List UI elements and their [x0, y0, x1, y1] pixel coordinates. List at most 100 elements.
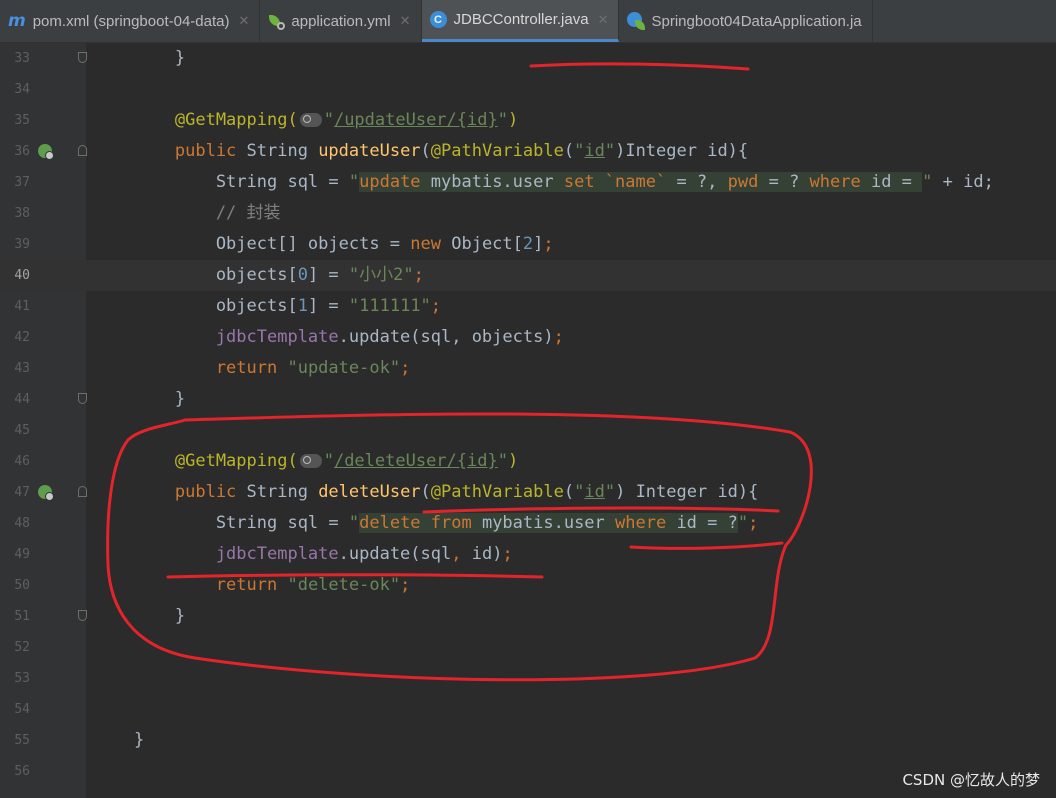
tab-pom[interactable]: m pom.xml (springboot-04-data) ✕	[0, 0, 261, 42]
code-token: ]	[533, 234, 544, 254]
code-line[interactable]: 33 }	[0, 43, 1056, 74]
line-number: 42	[14, 330, 30, 345]
code-line[interactable]: 53	[0, 663, 1056, 694]
code-token: "	[323, 110, 334, 130]
tab-springboot04dataapplication[interactable]: Springboot04DataApplication.ja	[619, 0, 873, 42]
code-token: ;	[502, 544, 513, 564]
code-token: where	[615, 513, 667, 533]
code-line[interactable]: 35 @GetMapping("/updateUser/{id}")	[0, 105, 1056, 136]
code-line[interactable]: 43 return "update-ok";	[0, 353, 1056, 384]
code-token: deleteUser	[318, 482, 421, 502]
code-line[interactable]: 45	[0, 415, 1056, 446]
fold-marker-icon[interactable]	[78, 486, 87, 497]
fold-marker-icon[interactable]	[78, 52, 87, 63]
close-icon[interactable]: ✕	[598, 12, 609, 28]
code-token: `name`	[604, 172, 667, 192]
code-token: mybatis.user	[471, 513, 616, 533]
tab-jdbccontroller[interactable]: C JDBCController.java ✕	[421, 0, 620, 42]
code-token: id	[584, 141, 605, 161]
code-token: ] =	[307, 265, 349, 285]
spring-yml-icon	[268, 13, 286, 30]
code-line[interactable]: 34	[0, 74, 1056, 105]
code-line[interactable]: 40 objects[0] = "小小2";	[0, 260, 1056, 291]
line-number: 52	[14, 640, 30, 655]
code-token: )	[507, 110, 519, 130]
url-mapping-icon[interactable]	[299, 113, 322, 127]
code-token: (	[420, 482, 431, 502]
code-token: + id;	[932, 172, 994, 192]
line-number: 56	[14, 764, 30, 779]
tab-application[interactable]: application.yml ✕	[260, 0, 422, 42]
code-token: set	[563, 172, 605, 192]
code-line[interactable]: 54	[0, 694, 1056, 725]
code-token: update	[359, 172, 421, 192]
line-number: 43	[14, 361, 30, 376]
line-number: 47	[14, 485, 30, 500]
code-token: (	[420, 141, 431, 161]
line-number: 55	[14, 733, 30, 748]
fold-marker-icon[interactable]	[78, 610, 87, 621]
code-line[interactable]: 38 // 封装	[0, 198, 1056, 229]
code-line[interactable]: 36 public String updateUser(@PathVariabl…	[0, 136, 1056, 167]
code-token: ;	[543, 234, 554, 254]
line-number: 39	[14, 237, 30, 252]
code-text: }	[93, 725, 144, 756]
code-token: "delete-ok"	[287, 575, 401, 595]
code-token: id	[584, 482, 605, 502]
code-line[interactable]: 49 jdbcTemplate.update(sql, id);	[0, 539, 1056, 570]
code-line[interactable]: 47 public String deleteUser(@PathVariabl…	[0, 477, 1056, 508]
code-editor[interactable]: 33 } 34 35 @GetMapping("/updateUser/{id}")…	[0, 43, 1056, 798]
code-line[interactable]: 48 String sql = "delete from mybatis.use…	[0, 508, 1056, 539]
close-icon[interactable]: ✕	[238, 13, 249, 29]
code-line[interactable]: 44 }	[0, 384, 1056, 415]
fold-marker-icon[interactable]	[78, 393, 87, 404]
line-number: 53	[14, 671, 30, 686]
code-token: @GetMapping(	[93, 110, 298, 130]
code-token: .update(sql	[338, 544, 452, 564]
code-token: = ?,	[666, 172, 728, 192]
code-text: }	[93, 601, 185, 632]
spring-boot-app-icon	[627, 12, 646, 30]
code-line[interactable]: 51 }	[0, 601, 1056, 632]
code-line[interactable]: 37 String sql = "update mybatis.user set…	[0, 167, 1056, 198]
code-token: public	[93, 141, 247, 161]
code-line[interactable]: 55 }	[0, 725, 1056, 756]
line-number: 51	[14, 609, 30, 624]
code-line[interactable]: 50 return "delete-ok";	[0, 570, 1056, 601]
line-number: 50	[14, 578, 30, 593]
line-number: 34	[14, 82, 30, 97]
spring-web-endpoint-icon[interactable]	[38, 144, 54, 160]
code-line[interactable]: 56	[0, 756, 1056, 787]
editor-tab-bar: m pom.xml (springboot-04-data) ✕ applicatio…	[0, 0, 1056, 43]
code-token: .update(sql, objects)	[338, 327, 554, 347]
spring-web-endpoint-icon[interactable]	[38, 485, 54, 501]
code-token: new	[410, 234, 452, 254]
code-token: @PathVariable	[430, 482, 564, 502]
fold-marker-icon[interactable]	[78, 145, 87, 156]
code-token: public	[93, 482, 247, 502]
code-token: }	[93, 606, 186, 626]
code-line[interactable]: 41 objects[1] = "111111";	[0, 291, 1056, 322]
code-text: }	[93, 384, 185, 415]
code-text: Object[] objects = new Object[2];	[93, 229, 554, 260]
code-token: jdbcTemplate	[93, 544, 339, 564]
code-lines: 33 } 34 35 @GetMapping("/updateUser/{id}")…	[0, 43, 1056, 787]
code-line[interactable]: 42 jdbcTemplate.update(sql, objects);	[0, 322, 1056, 353]
code-token: ) Integer id){	[615, 482, 759, 502]
code-token: "	[574, 482, 585, 502]
code-token: String sql =	[93, 172, 349, 192]
close-icon[interactable]: ✕	[400, 13, 411, 29]
code-token: }	[93, 730, 145, 750]
code-line[interactable]: 52	[0, 632, 1056, 663]
code-token: "	[604, 141, 616, 161]
code-line[interactable]: 39 Object[] objects = new Object[2];	[0, 229, 1056, 260]
code-token: String	[246, 141, 319, 161]
line-number: 49	[14, 547, 30, 562]
code-text: public String updateUser(@PathVariable("…	[93, 136, 748, 167]
code-token: mybatis.user	[420, 172, 564, 192]
code-line[interactable]: 46 @GetMapping("/deleteUser/{id}")	[0, 446, 1056, 477]
code-text: objects[1] = "111111";	[93, 291, 441, 322]
code-token: @PathVariable	[430, 141, 564, 161]
url-mapping-icon[interactable]	[299, 454, 322, 468]
code-token: 1	[297, 296, 308, 316]
